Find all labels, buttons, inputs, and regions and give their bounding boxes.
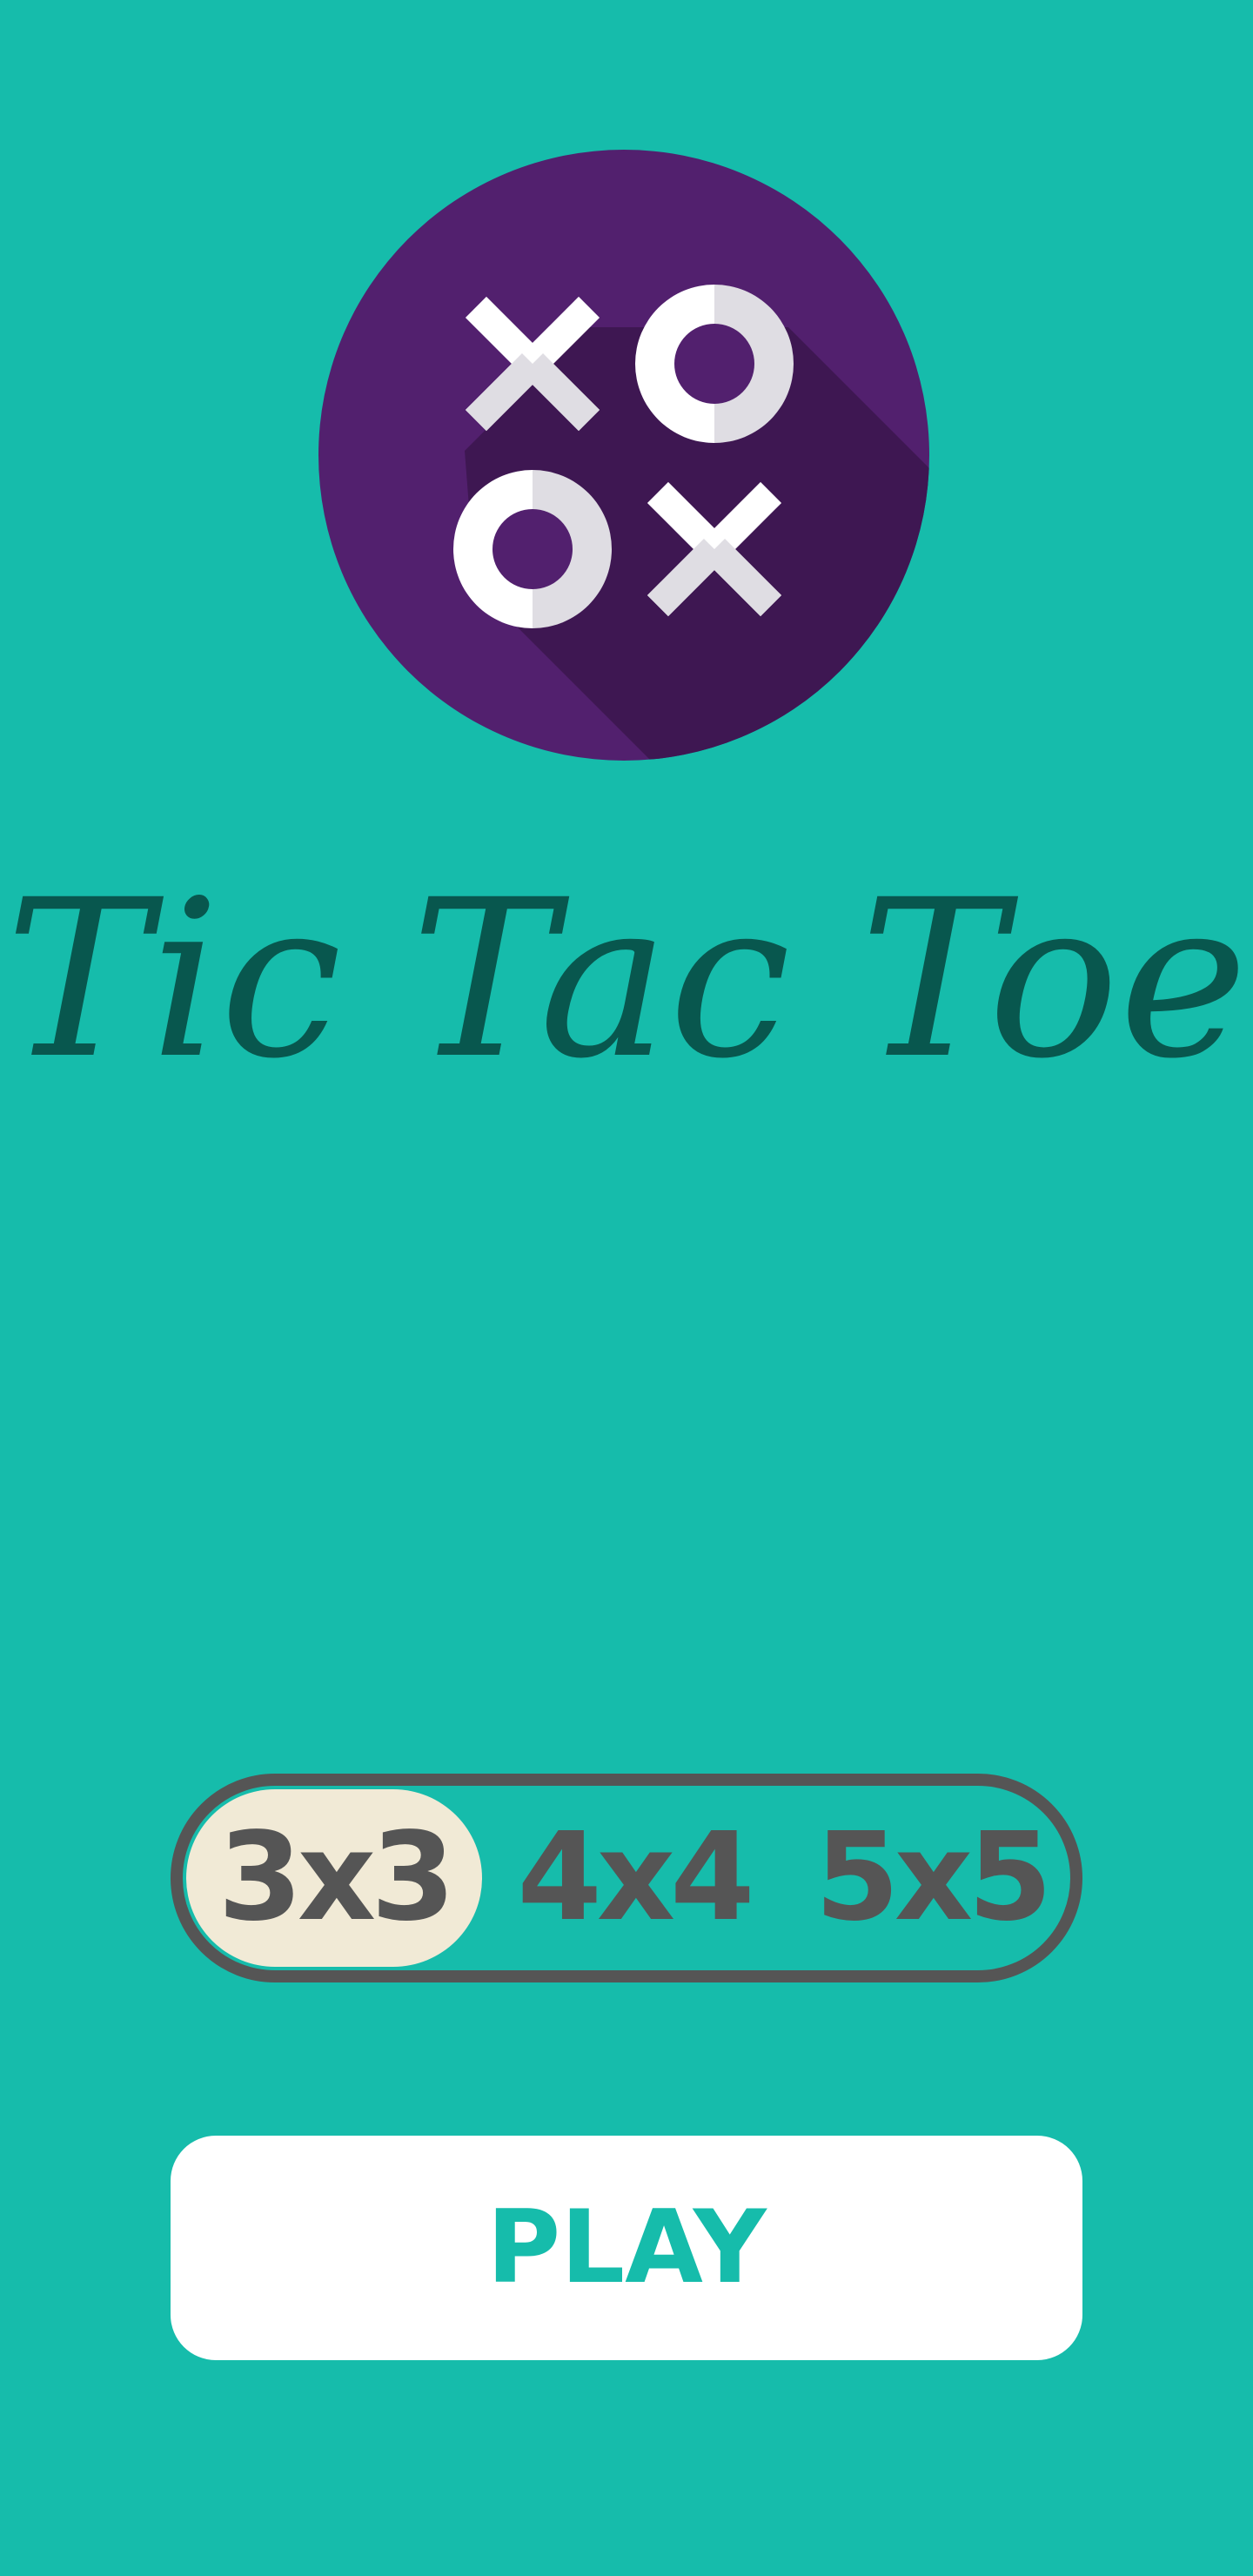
app-title-text: Tic Tac Toe [5,853,1248,1097]
o-mark-icon [635,285,794,443]
app-title: Tic Tac Toe [5,853,1248,1097]
play-button[interactable]: PLAY [171,2136,1082,2360]
board-size-selector[interactable]: 3x3 4x4 5x5 [171,1774,1082,1982]
logo-icon [318,150,929,761]
size-option-3x3[interactable]: 3x3 [195,1786,473,1970]
size-option-5x5[interactable]: 5x5 [792,1786,1070,1970]
size-option-4x4[interactable]: 4x4 [494,1786,773,1970]
o-mark-icon [453,470,612,628]
